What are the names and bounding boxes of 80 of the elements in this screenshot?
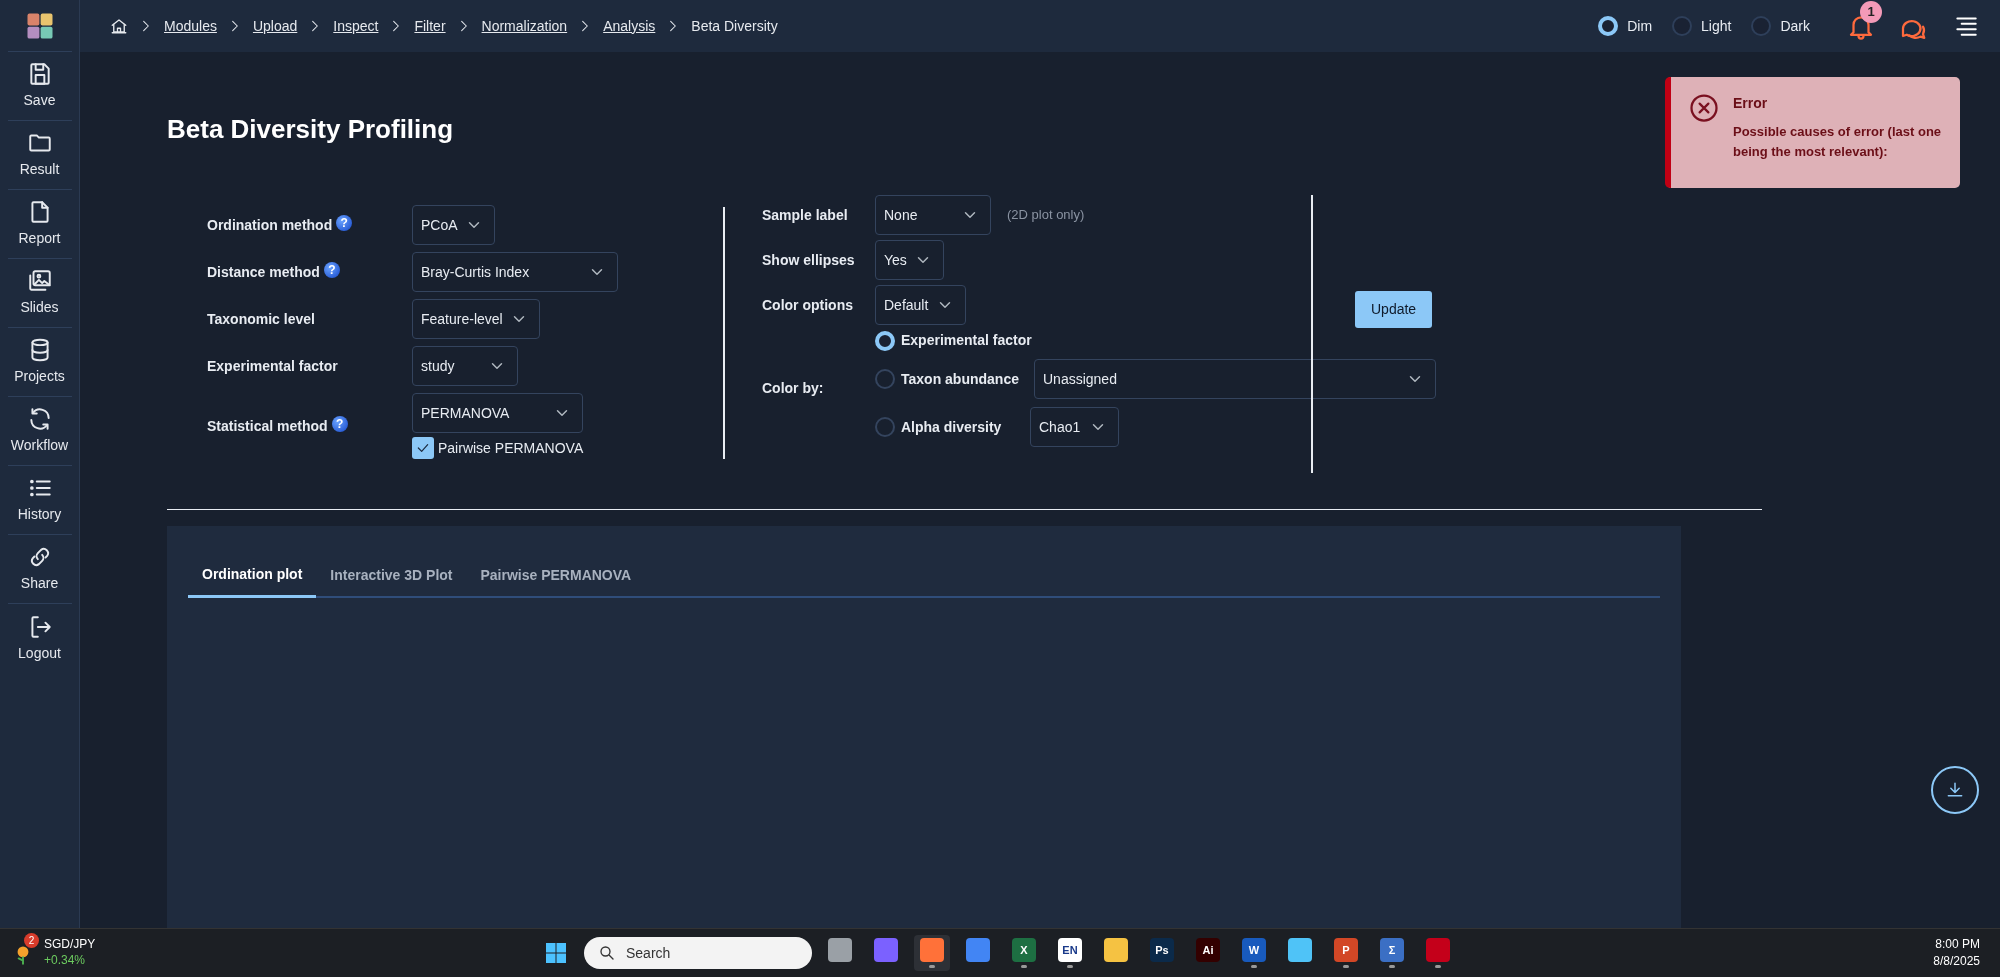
theme-radio[interactable]: Light (1672, 15, 1732, 37)
breadcrumb-link[interactable]: Modules (164, 15, 217, 37)
dropdown[interactable]: Feature-level (412, 299, 540, 340)
notification-badge: 1 (1860, 1, 1882, 23)
checkbox[interactable] (412, 437, 434, 460)
radio-option[interactable]: Alpha diversity (875, 416, 1030, 438)
dropdown[interactable]: Default (875, 285, 966, 326)
dropdown[interactable]: Chao1 (1030, 407, 1119, 448)
sidebar-item[interactable]: Report (7, 190, 72, 259)
dropdown[interactable]: Unassigned (1034, 359, 1436, 400)
page-title: Beta Diversity Profiling (167, 114, 454, 146)
radio-option[interactable]: Taxon abundance (875, 368, 1034, 390)
app-icon: P (1334, 938, 1358, 962)
field-label: Sample label (762, 205, 849, 225)
ticker-name: SGD/JPY (44, 937, 96, 953)
field-label: Distance method (207, 263, 320, 280)
update-button[interactable]: Update (1355, 291, 1433, 329)
sidebar-item[interactable]: History (7, 466, 72, 535)
search-icon (598, 944, 616, 962)
sidebar-item[interactable]: Slides (7, 259, 72, 328)
taskbar-app[interactable]: X (1006, 935, 1042, 971)
breadcrumb-current: Beta Diversity (691, 16, 778, 36)
breadcrumb-link[interactable]: Analysis (603, 15, 656, 37)
sidebar-item[interactable]: Save (7, 52, 72, 121)
dropdown[interactable]: PERMANOVA (412, 393, 584, 434)
sidebar-item[interactable]: Workflow (7, 397, 72, 466)
theme-radio[interactable]: Dim (1598, 15, 1653, 37)
sidebar-item[interactable]: Projects (7, 328, 72, 397)
field-label: Color options (762, 295, 854, 315)
field-label: Show ellipses (762, 250, 856, 270)
images-icon (26, 268, 53, 294)
taskbar-app[interactable]: Ps (1144, 935, 1180, 971)
tab[interactable]: Ordination plot (188, 554, 317, 599)
breadcrumb-link[interactable]: Inspect (333, 15, 379, 37)
app-icon: Σ (1380, 938, 1404, 962)
field-label: Ordination method (207, 216, 333, 233)
tab[interactable]: Interactive 3D Plot (316, 554, 467, 597)
toast-message: Possible causes of error (last one being the most relevant): (1733, 123, 1943, 161)
error-icon (1689, 93, 1719, 123)
hint-text: (2D plot only) (1007, 206, 1085, 225)
home-icon (110, 17, 128, 35)
clock-date: 8/8/2025 (1933, 953, 1980, 970)
sidebar-item[interactable]: Logout (7, 604, 72, 673)
dropdown[interactable]: Bray-Curtis Index (412, 252, 618, 293)
taskbar-app[interactable]: Σ (1374, 935, 1410, 971)
ticker-change: +0.34% (44, 953, 87, 969)
download-icon (1945, 780, 1965, 800)
download-button[interactable] (1931, 766, 1979, 814)
field-label: Color by: (762, 379, 825, 399)
dropdown[interactable]: PCoA (412, 205, 495, 246)
field-label: Taxonomic level (207, 310, 315, 327)
clock-time: 8:00 PM (1934, 936, 1980, 953)
taskbar-app[interactable]: Ai (1190, 935, 1226, 971)
checkbox-label: Pairwise PERMANOVA (438, 438, 584, 458)
search-field[interactable]: Search (584, 937, 812, 969)
toast-title: Error (1733, 94, 1769, 113)
theme-radio[interactable]: Dark (1751, 15, 1810, 37)
app-icon: X (1012, 938, 1036, 962)
field-label: Statistical method (207, 417, 328, 434)
sidebar-item[interactable]: Share (7, 535, 72, 604)
sidebar-item[interactable]: Result (7, 121, 72, 190)
dropdown[interactable]: None (875, 195, 991, 236)
taskbar-app[interactable]: P (1328, 935, 1364, 971)
dropdown[interactable]: Yes (875, 240, 944, 281)
tab[interactable]: Pairwise PERMANOVA (466, 554, 646, 597)
app-icon: W (1242, 938, 1266, 962)
breadcrumb-link[interactable]: Filter (414, 15, 446, 37)
app-icon: Ai (1196, 938, 1220, 962)
windows-icon (544, 941, 568, 965)
app-icon: Ps (1150, 938, 1174, 962)
dropdown[interactable]: study (412, 346, 518, 387)
breadcrumb-link[interactable]: Normalization (481, 15, 568, 37)
radio-option[interactable]: Experimental factor (875, 330, 1032, 352)
field-label: Experimental factor (207, 357, 338, 374)
taskbar-app[interactable]: W (1236, 935, 1272, 971)
taskbar-app[interactable] (914, 935, 950, 971)
notification-badge: 2 (24, 933, 39, 948)
taskbar-app[interactable]: EN (1052, 935, 1088, 971)
breadcrumb-link[interactable]: Upload (252, 15, 298, 37)
app-icon: EN (1058, 938, 1082, 962)
